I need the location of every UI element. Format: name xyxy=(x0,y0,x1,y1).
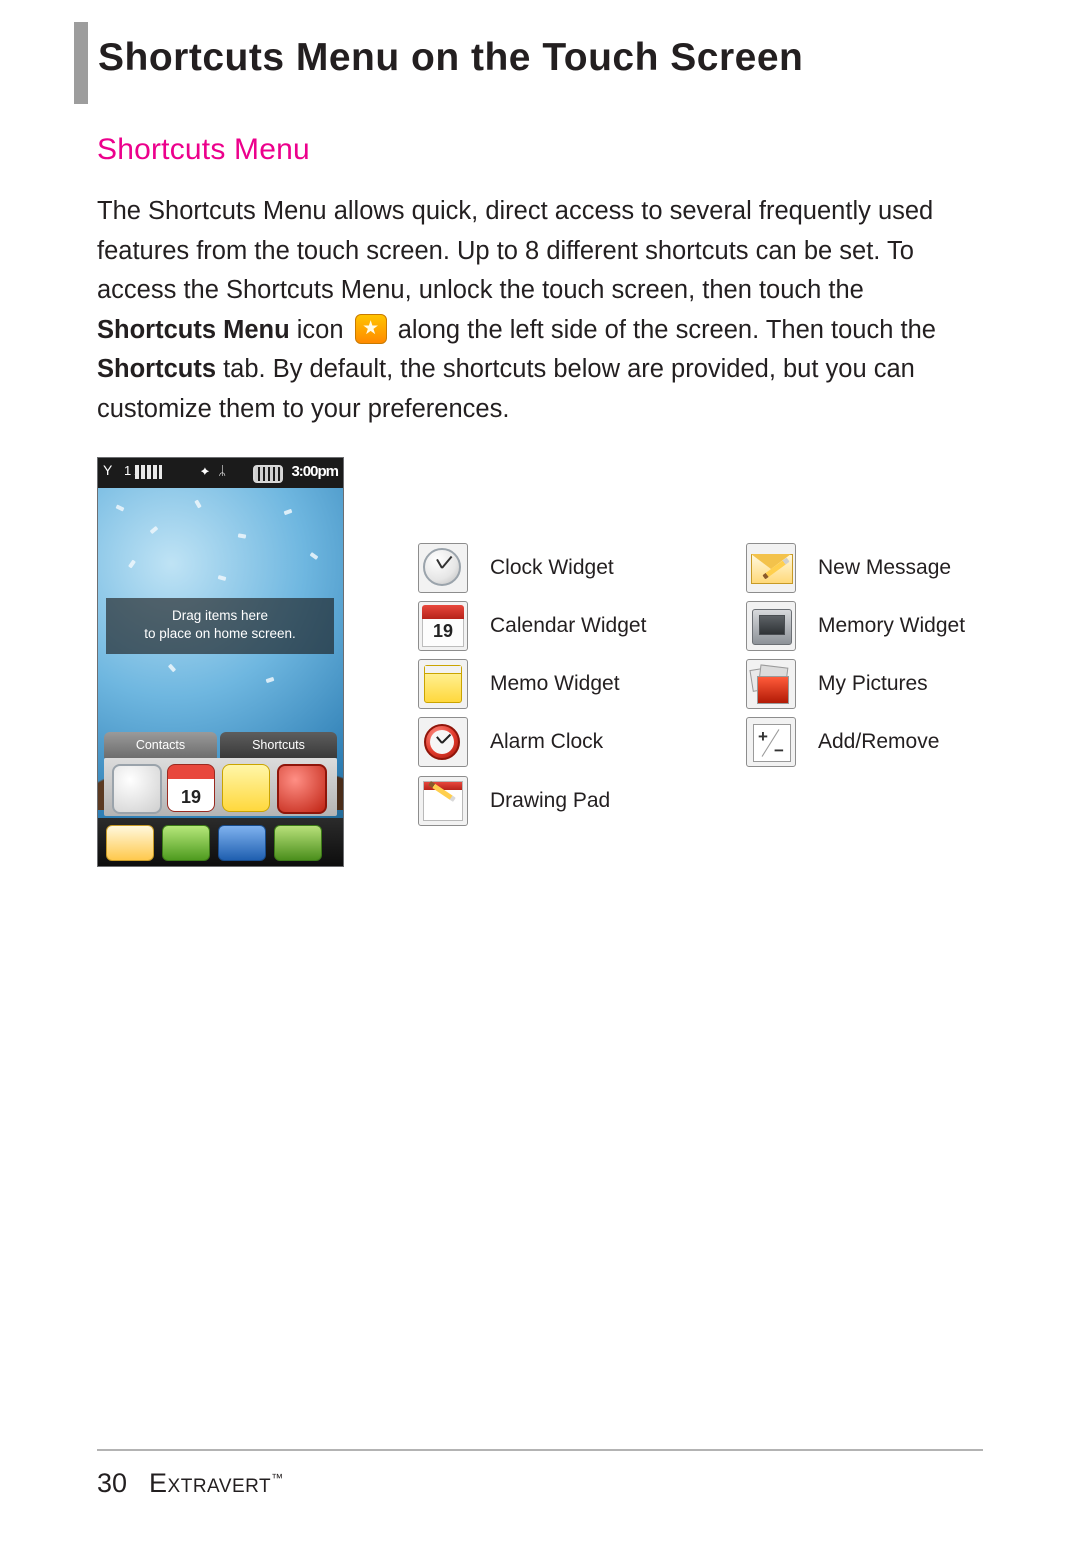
drag-items-hint: Drag items here to place on home screen. xyxy=(106,598,334,654)
confetti xyxy=(237,533,247,539)
battery-icon xyxy=(253,465,283,483)
clock-widget-icon xyxy=(418,543,468,593)
confetti xyxy=(115,504,125,512)
memory-screen xyxy=(759,615,785,635)
photo-front xyxy=(757,676,789,704)
signal-icon: Y xyxy=(103,462,112,478)
legend-label-clock-widget: Clock Widget xyxy=(490,556,614,579)
bottom-contacts-icon[interactable] xyxy=(274,825,322,861)
bottom-menu-icon[interactable] xyxy=(218,825,266,861)
confetti xyxy=(309,552,319,560)
phone-status-bar: Y 1X ✦ ᛦ 3:00pm xyxy=(98,458,343,488)
star-glyph: ★ xyxy=(362,317,380,339)
add-remove-icon: + − xyxy=(746,717,796,767)
memory-widget-icon xyxy=(746,601,796,651)
tab-contacts[interactable]: Contacts xyxy=(104,732,217,758)
drawing-pad-icon xyxy=(418,776,468,826)
body-text-part-2: icon xyxy=(289,315,351,344)
legend-label-drawing-pad: Drawing Pad xyxy=(490,789,611,812)
page-title: Shortcuts Menu on the Touch Screen xyxy=(98,36,804,79)
tab-shortcuts[interactable]: Shortcuts xyxy=(220,732,337,758)
plus-glyph: + xyxy=(758,727,768,746)
confetti xyxy=(217,575,227,581)
body-text-part-1: The Shortcuts Menu allows quick, direct … xyxy=(97,197,934,304)
tray-memo-widget-icon[interactable] xyxy=(222,764,270,812)
legend-item-drawing-pad: Drawing Pad xyxy=(418,776,611,826)
status-clock: 3:00pm xyxy=(291,463,339,480)
legend-item-add-remove: + − Add/Remove xyxy=(746,717,940,767)
calendar-day-number: 19 xyxy=(422,619,464,647)
legend-item-calendar-widget: 19 Calendar Widget xyxy=(418,601,647,651)
body-paragraph: The Shortcuts Menu allows quick, direct … xyxy=(97,192,987,429)
shortcuts-tray: 19 xyxy=(104,758,337,816)
new-message-icon xyxy=(746,543,796,593)
signal-bars-icon xyxy=(135,465,162,479)
legend-item-alarm-clock: Alarm Clock xyxy=(418,717,604,767)
phone-tab-bar: Contacts Shortcuts xyxy=(104,732,337,758)
memo-widget-icon xyxy=(418,659,468,709)
legend-item-my-pictures: My Pictures xyxy=(746,659,928,709)
memo-pad xyxy=(424,665,462,703)
brand-name: Extravert™ xyxy=(149,1468,284,1499)
legend-label-calendar-widget: Calendar Widget xyxy=(490,614,647,637)
phone-bottom-bar xyxy=(98,818,343,866)
legend-label-memory-widget: Memory Widget xyxy=(818,614,966,637)
status-mid-icons: ✦ ᛦ xyxy=(201,463,230,478)
bottom-dialer-icon[interactable] xyxy=(162,825,210,861)
calendar-widget-icon: 19 xyxy=(418,601,468,651)
phone-wallpaper: Drag items here to place on home screen.… xyxy=(98,488,343,866)
calendar-header xyxy=(422,605,464,619)
body-text-part-3: along the left side of the screen. Then … xyxy=(390,315,936,344)
bottom-messaging-icon[interactable] xyxy=(106,825,154,861)
body-bold-shortcuts-menu: Shortcuts Menu xyxy=(97,315,290,344)
legend-item-memory-widget: Memory Widget xyxy=(746,601,966,651)
page-number: 30 xyxy=(97,1468,128,1498)
legend-item-new-message: New Message xyxy=(746,543,952,593)
document-page: Shortcuts Menu on the Touch Screen Short… xyxy=(0,0,1080,1552)
title-accent-bar xyxy=(74,22,88,104)
tray-calendar-widget-icon[interactable]: 19 xyxy=(167,764,215,812)
drag-hint-line-1: Drag items here xyxy=(171,608,269,623)
legend-label-memo-widget: Memo Widget xyxy=(490,672,620,695)
alarm-clock-icon xyxy=(418,717,468,767)
confetti xyxy=(265,676,275,684)
brand-text: Extravert xyxy=(149,1468,272,1498)
my-pictures-icon xyxy=(746,659,796,709)
tray-alarm-clock-icon[interactable] xyxy=(277,764,327,814)
legend-label-alarm-clock: Alarm Clock xyxy=(490,730,604,753)
footer-divider xyxy=(97,1449,983,1451)
page-footer: 30 Extravert™ xyxy=(97,1468,284,1499)
confetti xyxy=(149,525,159,535)
body-bold-shortcuts: Shortcuts xyxy=(97,355,217,383)
shortcuts-menu-star-icon: ★ xyxy=(354,313,387,344)
trademark-symbol: ™ xyxy=(271,1471,284,1485)
confetti xyxy=(167,663,177,673)
confetti xyxy=(194,499,202,509)
legend-label-new-message: New Message xyxy=(818,556,952,579)
confetti xyxy=(283,508,293,516)
legend-item-clock-widget: Clock Widget xyxy=(418,543,614,593)
confetti xyxy=(128,559,136,569)
minus-glyph: − xyxy=(774,741,784,760)
legend-item-memo-widget: Memo Widget xyxy=(418,659,620,709)
drag-hint-line-2: to place on home screen. xyxy=(144,626,296,641)
legend-label-add-remove: Add/Remove xyxy=(818,730,940,753)
legend-label-my-pictures: My Pictures xyxy=(818,672,928,695)
body-text-part-4: tab. By default, the shortcuts below are… xyxy=(97,355,915,423)
drawing-sheet xyxy=(423,781,463,821)
phone-screenshot-figure: Y 1X ✦ ᛦ 3:00pm Drag items here to place… xyxy=(97,457,344,867)
tray-clock-widget-icon[interactable] xyxy=(112,764,162,814)
section-heading: Shortcuts Menu xyxy=(97,133,310,166)
